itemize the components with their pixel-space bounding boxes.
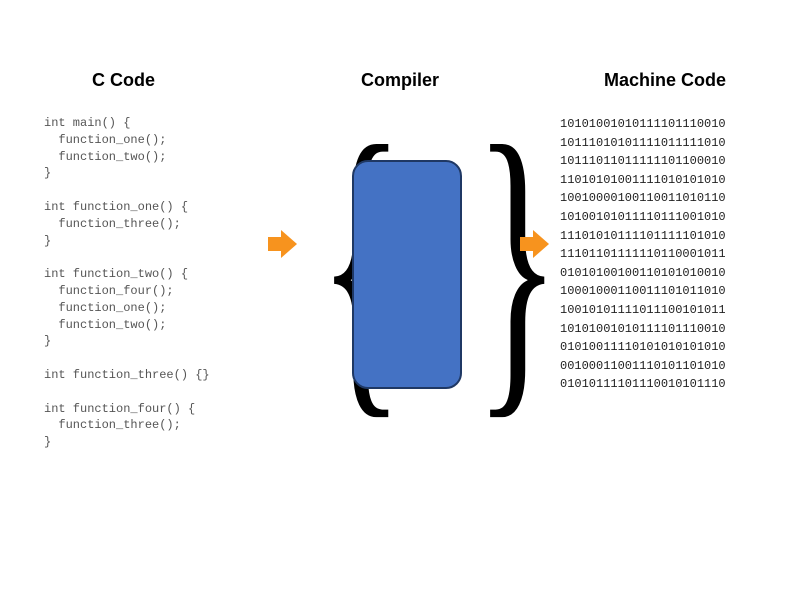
- machine-code-block: 10101001010111101110010 1011101010111101…: [560, 115, 770, 394]
- right-brace-icon: }: [474, 98, 561, 428]
- machine-code-column: Machine Code 10101001010111101110010 101…: [560, 70, 770, 394]
- diagram-container: C Code int main() { function_one(); func…: [0, 0, 800, 600]
- c-code-column: C Code int main() { function_one(); func…: [44, 70, 274, 451]
- c-code-block: int main() { function_one(); function_tw…: [44, 115, 274, 451]
- c-code-heading: C Code: [44, 70, 274, 91]
- machine-code-heading: Machine Code: [560, 70, 770, 91]
- compiler-box: [352, 160, 462, 389]
